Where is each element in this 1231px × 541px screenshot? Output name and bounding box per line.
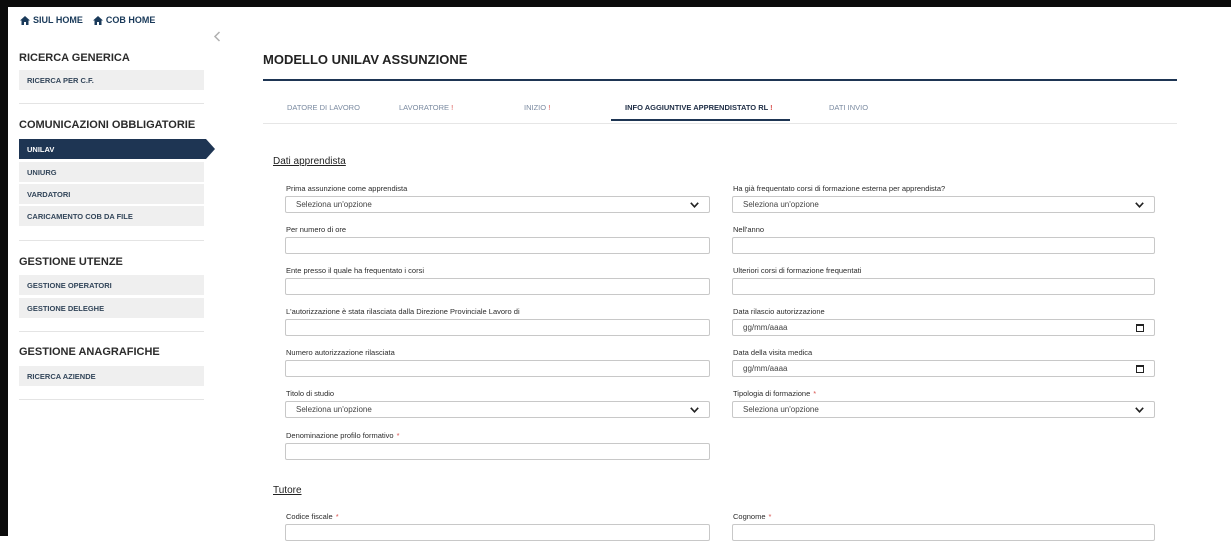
cob-home-label: COB HOME: [105, 15, 156, 25]
calendar-icon[interactable]: [1136, 364, 1144, 373]
home-links: SIUL HOME COB HOME: [20, 15, 155, 25]
data-rilascio-date-input[interactable]: gg/mm/aaaa: [732, 319, 1155, 336]
sidebar-heading-comunicazioni: COMUNICAZIONI OBBLIGATORIE: [19, 119, 196, 131]
required-asterisk: *: [335, 512, 339, 521]
sidebar-item-uniurg[interactable]: UNIURG: [19, 162, 204, 182]
chevron-down-icon: [690, 406, 699, 413]
chevron-left-icon: [213, 31, 221, 42]
corsi-esterni-value: Seleziona un'opzione: [743, 200, 819, 209]
active-tab-indicator: [611, 119, 790, 121]
sidebar-item-ricerca-cf[interactable]: RICERCA PER C.F.: [19, 70, 204, 90]
data-rilascio-label: Data rilascio autorizzazione: [733, 307, 825, 316]
chevron-down-icon: [1135, 201, 1144, 208]
required-asterisk: *: [768, 512, 772, 521]
tipologia-formazione-label-text: Tipologia di formazione: [733, 389, 811, 398]
tab-dati-invio[interactable]: DATI INVIO: [829, 103, 868, 112]
top-border: [0, 0, 1231, 7]
sidebar-item-unilav[interactable]: UNILAV: [19, 139, 215, 159]
numero-autorizzazione-input[interactable]: [285, 360, 710, 377]
data-visita-date-input[interactable]: gg/mm/aaaa: [732, 360, 1155, 377]
numero-autorizzazione-label: Numero autorizzazione rilasciata: [286, 348, 395, 357]
required-asterisk: *: [813, 389, 817, 398]
data-visita-placeholder: gg/mm/aaaa: [743, 364, 788, 373]
tab-bar: DATORE DI LAVORO LAVORATORE ! INIZIO ! I…: [263, 95, 1177, 124]
section-heading-tutore: Tutore: [273, 485, 302, 496]
chevron-down-icon: [1135, 406, 1144, 413]
profilo-formativo-input[interactable]: [285, 443, 710, 460]
page-title: MODELLO UNILAV ASSUNZIONE: [263, 52, 468, 67]
profilo-formativo-label-text: Denominazione profilo formativo: [286, 431, 394, 440]
cognome-label-text: Cognome: [733, 512, 766, 521]
ulteriori-corsi-input[interactable]: [732, 278, 1155, 295]
data-visita-label: Data della visita medica: [733, 348, 813, 357]
prima-assunzione-label: Prima assunzione come apprendista: [286, 184, 408, 193]
ulteriori-corsi-label: Ulteriori corsi di formazione frequentat…: [733, 266, 862, 275]
codice-fiscale-input[interactable]: [285, 524, 710, 541]
sidebar-divider: [19, 240, 204, 241]
prima-assunzione-value: Seleziona un'opzione: [296, 200, 372, 209]
sidebar-item-gestione-operatori[interactable]: GESTIONE OPERATORI: [19, 275, 204, 295]
numero-ore-label: Per numero di ore: [286, 225, 347, 234]
home-icon: [20, 15, 30, 25]
tab-label: LAVORATORE: [399, 103, 450, 112]
sidebar-heading-gestione-utenze: GESTIONE UTENZE: [19, 256, 123, 268]
sidebar-divider: [19, 331, 204, 332]
tab-label: INFO AGGIUNTIVE APPRENDISTATO RL: [625, 103, 769, 112]
data-rilascio-placeholder: gg/mm/aaaa: [743, 323, 788, 332]
chevron-down-icon: [690, 201, 699, 208]
tab-label: DATORE DI LAVORO: [287, 103, 360, 112]
siul-home-link[interactable]: SIUL HOME: [20, 15, 83, 25]
sidebar-divider: [19, 399, 204, 400]
title-rule: [263, 79, 1177, 81]
tipologia-formazione-select[interactable]: Seleziona un'opzione: [732, 401, 1155, 418]
collapse-sidebar-button[interactable]: [213, 30, 221, 45]
section-heading-dati-apprendista: Dati apprendista: [273, 156, 346, 167]
siul-home-label: SIUL HOME: [33, 15, 83, 25]
tab-datore-di-lavoro[interactable]: DATORE DI LAVORO: [287, 103, 360, 112]
required-asterisk: *: [396, 431, 400, 440]
anno-label: Nell'anno: [733, 225, 765, 234]
codice-fiscale-label: Codice fiscale *: [286, 512, 339, 521]
sidebar-divider: [19, 103, 204, 104]
sidebar-item-ricerca-aziende[interactable]: RICERCA AZIENDE: [19, 366, 204, 386]
corsi-esterni-label: Ha già frequentato corsi di formazione e…: [733, 184, 946, 193]
cognome-input[interactable]: [732, 524, 1155, 541]
titolo-studio-label: Titolo di studio: [286, 389, 335, 398]
cob-home-link[interactable]: COB HOME: [92, 15, 156, 25]
tab-required-mark: !: [548, 103, 551, 112]
calendar-icon[interactable]: [1136, 323, 1144, 332]
titolo-studio-value: Seleziona un'opzione: [296, 405, 372, 414]
sidebar-item-vardatori[interactable]: VARDATORI: [19, 184, 204, 204]
codice-fiscale-label-text: Codice fiscale: [286, 512, 333, 521]
numero-ore-input[interactable]: [285, 237, 710, 254]
tab-inizio[interactable]: INIZIO !: [524, 103, 550, 112]
autorizzazione-label: L'autorizzazione è stata rilasciata dall…: [286, 307, 520, 316]
tab-info-aggiuntive-apprendistato[interactable]: INFO AGGIUNTIVE APPRENDISTATO RL !: [625, 103, 773, 112]
ente-input[interactable]: [285, 278, 710, 295]
titolo-studio-select[interactable]: Seleziona un'opzione: [285, 401, 710, 418]
autorizzazione-input[interactable]: [285, 319, 710, 336]
prima-assunzione-select[interactable]: Seleziona un'opzione: [285, 196, 710, 213]
cognome-label: Cognome *: [733, 512, 771, 521]
tab-required-mark: !: [770, 103, 773, 112]
corsi-esterni-select[interactable]: Seleziona un'opzione: [732, 196, 1155, 213]
sidebar-heading-ricerca-generica: RICERCA GENERICA: [19, 52, 130, 64]
tipologia-formazione-label: Tipologia di formazione *: [733, 389, 816, 398]
sidebar-item-gestione-deleghe[interactable]: GESTIONE DELEGHE: [19, 298, 204, 318]
tab-lavoratore[interactable]: LAVORATORE !: [399, 103, 453, 112]
tipologia-formazione-value: Seleziona un'opzione: [743, 405, 819, 414]
tab-label: INIZIO: [524, 103, 547, 112]
ente-label: Ente presso il quale ha frequentato i co…: [286, 266, 424, 275]
sidebar-heading-gestione-anagrafiche: GESTIONE ANAGRAFICHE: [19, 346, 160, 358]
left-border: [0, 7, 8, 536]
tab-required-mark: !: [451, 103, 454, 112]
tab-label: DATI INVIO: [829, 103, 869, 112]
home-icon: [92, 15, 103, 25]
sidebar-item-caricamento-cob[interactable]: CARICAMENTO COB DA FILE: [19, 206, 204, 226]
anno-input[interactable]: [732, 237, 1155, 254]
profilo-formativo-label: Denominazione profilo formativo *: [286, 431, 399, 440]
